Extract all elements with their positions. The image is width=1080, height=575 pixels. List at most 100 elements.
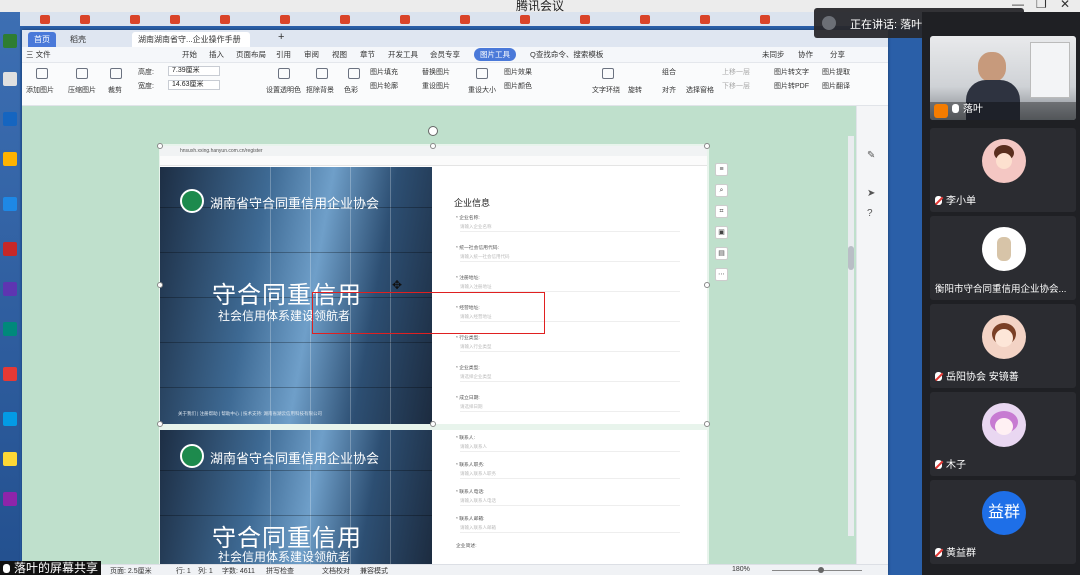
reset-picture-button[interactable]: 重设图片 bbox=[422, 81, 450, 91]
menu-page-layout[interactable]: 页面布局 bbox=[236, 49, 266, 60]
crop-tool-icon[interactable]: ⌗ bbox=[715, 205, 728, 218]
desktop-app-icon[interactable] bbox=[3, 492, 17, 506]
menu-view[interactable]: 视图 bbox=[332, 49, 347, 60]
desktop-app-icon[interactable] bbox=[3, 282, 17, 296]
pdf-file-icon[interactable] bbox=[280, 15, 290, 24]
text-wrap-icon[interactable] bbox=[602, 68, 614, 79]
form-field-input[interactable]: 请输入联系人邮箱 bbox=[460, 522, 680, 533]
participant-tile[interactable]: 衡阳市守合同重信用企业协会... bbox=[930, 216, 1076, 300]
align-button[interactable]: 对齐 bbox=[662, 85, 676, 95]
desktop-app-icon[interactable] bbox=[3, 367, 17, 381]
zoom-level[interactable]: 180% bbox=[732, 566, 750, 573]
pdf-file-icon[interactable] bbox=[760, 15, 770, 24]
pdf-file-icon[interactable] bbox=[80, 15, 90, 24]
select-icon[interactable]: ➤ bbox=[867, 188, 875, 199]
pdf-file-icon[interactable] bbox=[400, 15, 410, 24]
form-field-input[interactable]: 请输入联系人 bbox=[460, 441, 680, 452]
word-count[interactable]: 字数: 4611 bbox=[222, 566, 255, 575]
menu-dev-tools[interactable]: 开发工具 bbox=[388, 49, 418, 60]
desktop-app-icon[interactable] bbox=[3, 242, 17, 256]
picture-to-text-button[interactable]: 图片转文字 bbox=[774, 67, 809, 77]
picture-extract-button[interactable]: 图片提取 bbox=[822, 67, 850, 77]
zoom-slider[interactable] bbox=[772, 570, 862, 571]
crop-icon[interactable] bbox=[110, 68, 122, 79]
desktop-app-icon[interactable] bbox=[3, 34, 17, 48]
picture-effect-button[interactable]: 图片效果 bbox=[504, 67, 532, 77]
move-down-button[interactable]: 下移一层 bbox=[722, 81, 750, 91]
participant-tile[interactable]: 岳阳协会 安镜善 bbox=[930, 304, 1076, 388]
picture-extract-icon[interactable]: ▤ bbox=[715, 247, 728, 260]
collaborate-button[interactable]: 协作 bbox=[798, 49, 813, 60]
pdf-file-icon[interactable] bbox=[340, 15, 350, 24]
menu-file[interactable]: 三 文件 bbox=[26, 49, 51, 60]
tab-home[interactable]: 首页 bbox=[28, 32, 56, 47]
form-field-input[interactable]: 请输入联系人电话 bbox=[460, 495, 680, 506]
compress-button[interactable]: 压缩图片 bbox=[68, 85, 96, 95]
form-field-input[interactable]: 请输入行业类型 bbox=[460, 341, 680, 352]
inserted-screenshot-1[interactable]: hnsuxh.xxing.hanyun.com.cn/register 湖南省守… bbox=[160, 146, 707, 424]
desktop-app-icon[interactable] bbox=[3, 72, 17, 86]
form-field-input[interactable]: 请输入联系人职务 bbox=[460, 468, 680, 479]
sync-status[interactable]: 未同步 bbox=[762, 49, 785, 60]
crop-button[interactable]: 裁剪 bbox=[108, 85, 122, 95]
new-tab-icon[interactable]: + bbox=[278, 31, 284, 43]
share-button[interactable]: 分享 bbox=[830, 49, 845, 60]
vertical-scrollbar[interactable] bbox=[848, 136, 854, 536]
pdf-file-icon[interactable] bbox=[40, 15, 50, 24]
remove-background-button[interactable]: 抠除背景 bbox=[306, 85, 334, 95]
form-field-input[interactable]: 请选择日期 bbox=[460, 401, 680, 412]
resize-handle[interactable] bbox=[704, 282, 710, 288]
menu-chapter[interactable]: 章节 bbox=[360, 49, 375, 60]
scrollbar-thumb[interactable] bbox=[848, 246, 854, 270]
participant-tile[interactable]: 益群 黄益群 bbox=[930, 480, 1076, 564]
spell-check-button[interactable]: 拼写检查 bbox=[266, 566, 294, 575]
pdf-file-icon[interactable] bbox=[130, 15, 140, 24]
inserted-screenshot-2[interactable]: 湖南省守合同重信用企业协会 守合同重信用 社会信用体系建设领航者 * 联系人: 请… bbox=[160, 430, 707, 564]
resize-handle[interactable] bbox=[157, 143, 163, 149]
desktop-app-icon[interactable] bbox=[3, 322, 17, 336]
pdf-file-icon[interactable] bbox=[640, 15, 650, 24]
resize-handle[interactable] bbox=[430, 143, 436, 149]
rotate-button[interactable]: 旋转 bbox=[628, 85, 642, 95]
menu-member[interactable]: 会员专享 bbox=[430, 49, 460, 60]
set-transparent-button[interactable]: 设置透明色 bbox=[266, 85, 301, 95]
doc-check-button[interactable]: 文档校对 bbox=[322, 566, 350, 575]
add-picture-icon[interactable] bbox=[36, 68, 48, 79]
height-input[interactable]: 7.39厘米 bbox=[168, 66, 220, 76]
pdf-file-icon[interactable] bbox=[220, 15, 230, 24]
width-input[interactable]: 14.63厘米 bbox=[168, 80, 220, 90]
text-wrap-button[interactable]: 文字环绕 bbox=[592, 85, 620, 95]
transparent-color-icon[interactable] bbox=[278, 68, 290, 79]
tab-docer[interactable]: 稻壳 bbox=[64, 32, 92, 47]
help-icon[interactable]: ? bbox=[867, 208, 873, 219]
desktop-app-icon[interactable] bbox=[3, 197, 17, 211]
close-icon[interactable]: ✕ bbox=[1060, 0, 1070, 11]
menu-reference[interactable]: 引用 bbox=[276, 49, 291, 60]
add-picture-button[interactable]: 添加图片 bbox=[26, 85, 54, 95]
form-field-input[interactable]: 请输入注册地址 bbox=[460, 281, 680, 292]
pdf-file-icon[interactable] bbox=[520, 15, 530, 24]
reset-size-button[interactable]: 重设大小 bbox=[468, 85, 496, 95]
form-field-input[interactable]: 请输入统一社会信用代码 bbox=[460, 251, 680, 262]
participant-tile[interactable]: 李小单 bbox=[930, 128, 1076, 212]
participant-tile[interactable]: 木子 bbox=[930, 392, 1076, 476]
combine-button[interactable]: 组合 bbox=[662, 67, 676, 77]
participant-tile[interactable]: 落叶 bbox=[930, 36, 1076, 120]
color-button[interactable]: 色彩 bbox=[344, 85, 358, 95]
compress-icon[interactable] bbox=[76, 68, 88, 79]
resize-handle[interactable] bbox=[430, 421, 436, 427]
picture-fill-button[interactable]: 图片填充 bbox=[370, 67, 398, 77]
pdf-file-icon[interactable] bbox=[700, 15, 710, 24]
replace-picture-button[interactable]: 替换图片 bbox=[422, 67, 450, 77]
picture-color-button[interactable]: 图片颜色 bbox=[504, 81, 532, 91]
resize-handle[interactable] bbox=[157, 421, 163, 427]
zoom-icon[interactable]: ⌕ bbox=[715, 184, 728, 197]
edit-icon[interactable]: ✎ bbox=[867, 150, 875, 161]
select-pane-button[interactable]: 选择窗格 bbox=[686, 85, 714, 95]
menu-start[interactable]: 开始 bbox=[182, 49, 197, 60]
move-up-button[interactable]: 上移一层 bbox=[722, 67, 750, 77]
zoom-slider-thumb[interactable] bbox=[818, 567, 824, 573]
pdf-file-icon[interactable] bbox=[170, 15, 180, 24]
picture-style-icon[interactable]: ▣ bbox=[715, 226, 728, 239]
picture-outline-button[interactable]: 图片轮廓 bbox=[370, 81, 398, 91]
